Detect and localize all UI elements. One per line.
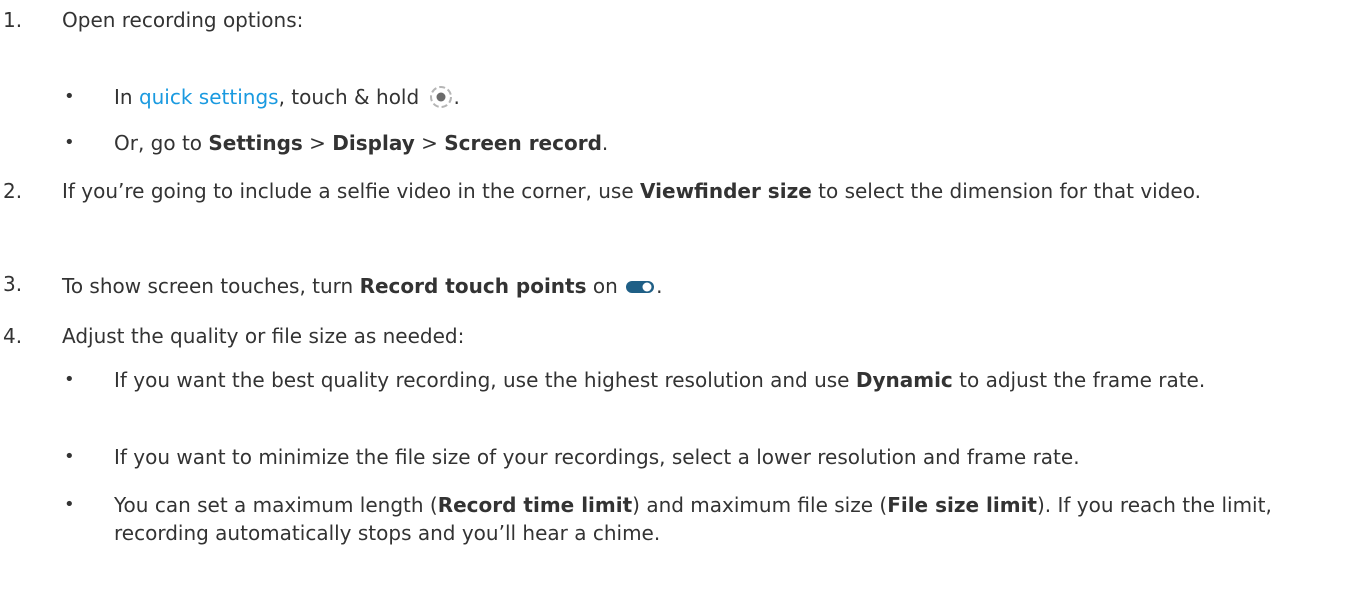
step-text: Adjust the quality or file size as neede…	[62, 324, 465, 348]
bullet-text: In quick settings, touch & hold .	[114, 84, 460, 110]
record-time-limit-label: Record time limit	[437, 493, 633, 517]
step-number: 1.	[3, 8, 23, 32]
toggle-on-icon	[626, 274, 656, 293]
viewfinder-size-label: Viewfinder size	[640, 179, 812, 203]
bullet: •	[64, 446, 75, 467]
bullet-text: If you want to minimize the file size of…	[114, 445, 1080, 469]
display-label: Display	[332, 131, 415, 155]
bullet: •	[64, 369, 75, 390]
step-text: If you’re going to include a selfie vide…	[62, 179, 1201, 203]
quick-settings-link[interactable]: quick settings	[139, 85, 279, 109]
bullet-text: You can set a maximum length (Record tim…	[114, 493, 1272, 545]
step-number: 2.	[3, 179, 23, 203]
record-touch-points-label: Record touch points	[359, 274, 587, 298]
step-text: To show screen touches, turn Record touc…	[62, 274, 663, 298]
bullet: •	[64, 132, 75, 153]
dynamic-label: Dynamic	[855, 368, 953, 392]
bullet: •	[64, 494, 75, 515]
step-number: 3.	[3, 272, 23, 296]
bullet: •	[64, 86, 75, 107]
screen-record-label: Screen record	[444, 131, 602, 155]
file-size-limit-label: File size limit	[887, 493, 1037, 517]
settings-label: Settings	[208, 131, 303, 155]
bullet-text: Or, go to Settings > Display > Screen re…	[114, 131, 609, 155]
step-text: Open recording options:	[62, 8, 304, 32]
step-number: 4.	[3, 324, 23, 348]
screen-record-icon	[428, 84, 454, 110]
bullet-text: If you want the best quality recording, …	[114, 368, 1206, 392]
